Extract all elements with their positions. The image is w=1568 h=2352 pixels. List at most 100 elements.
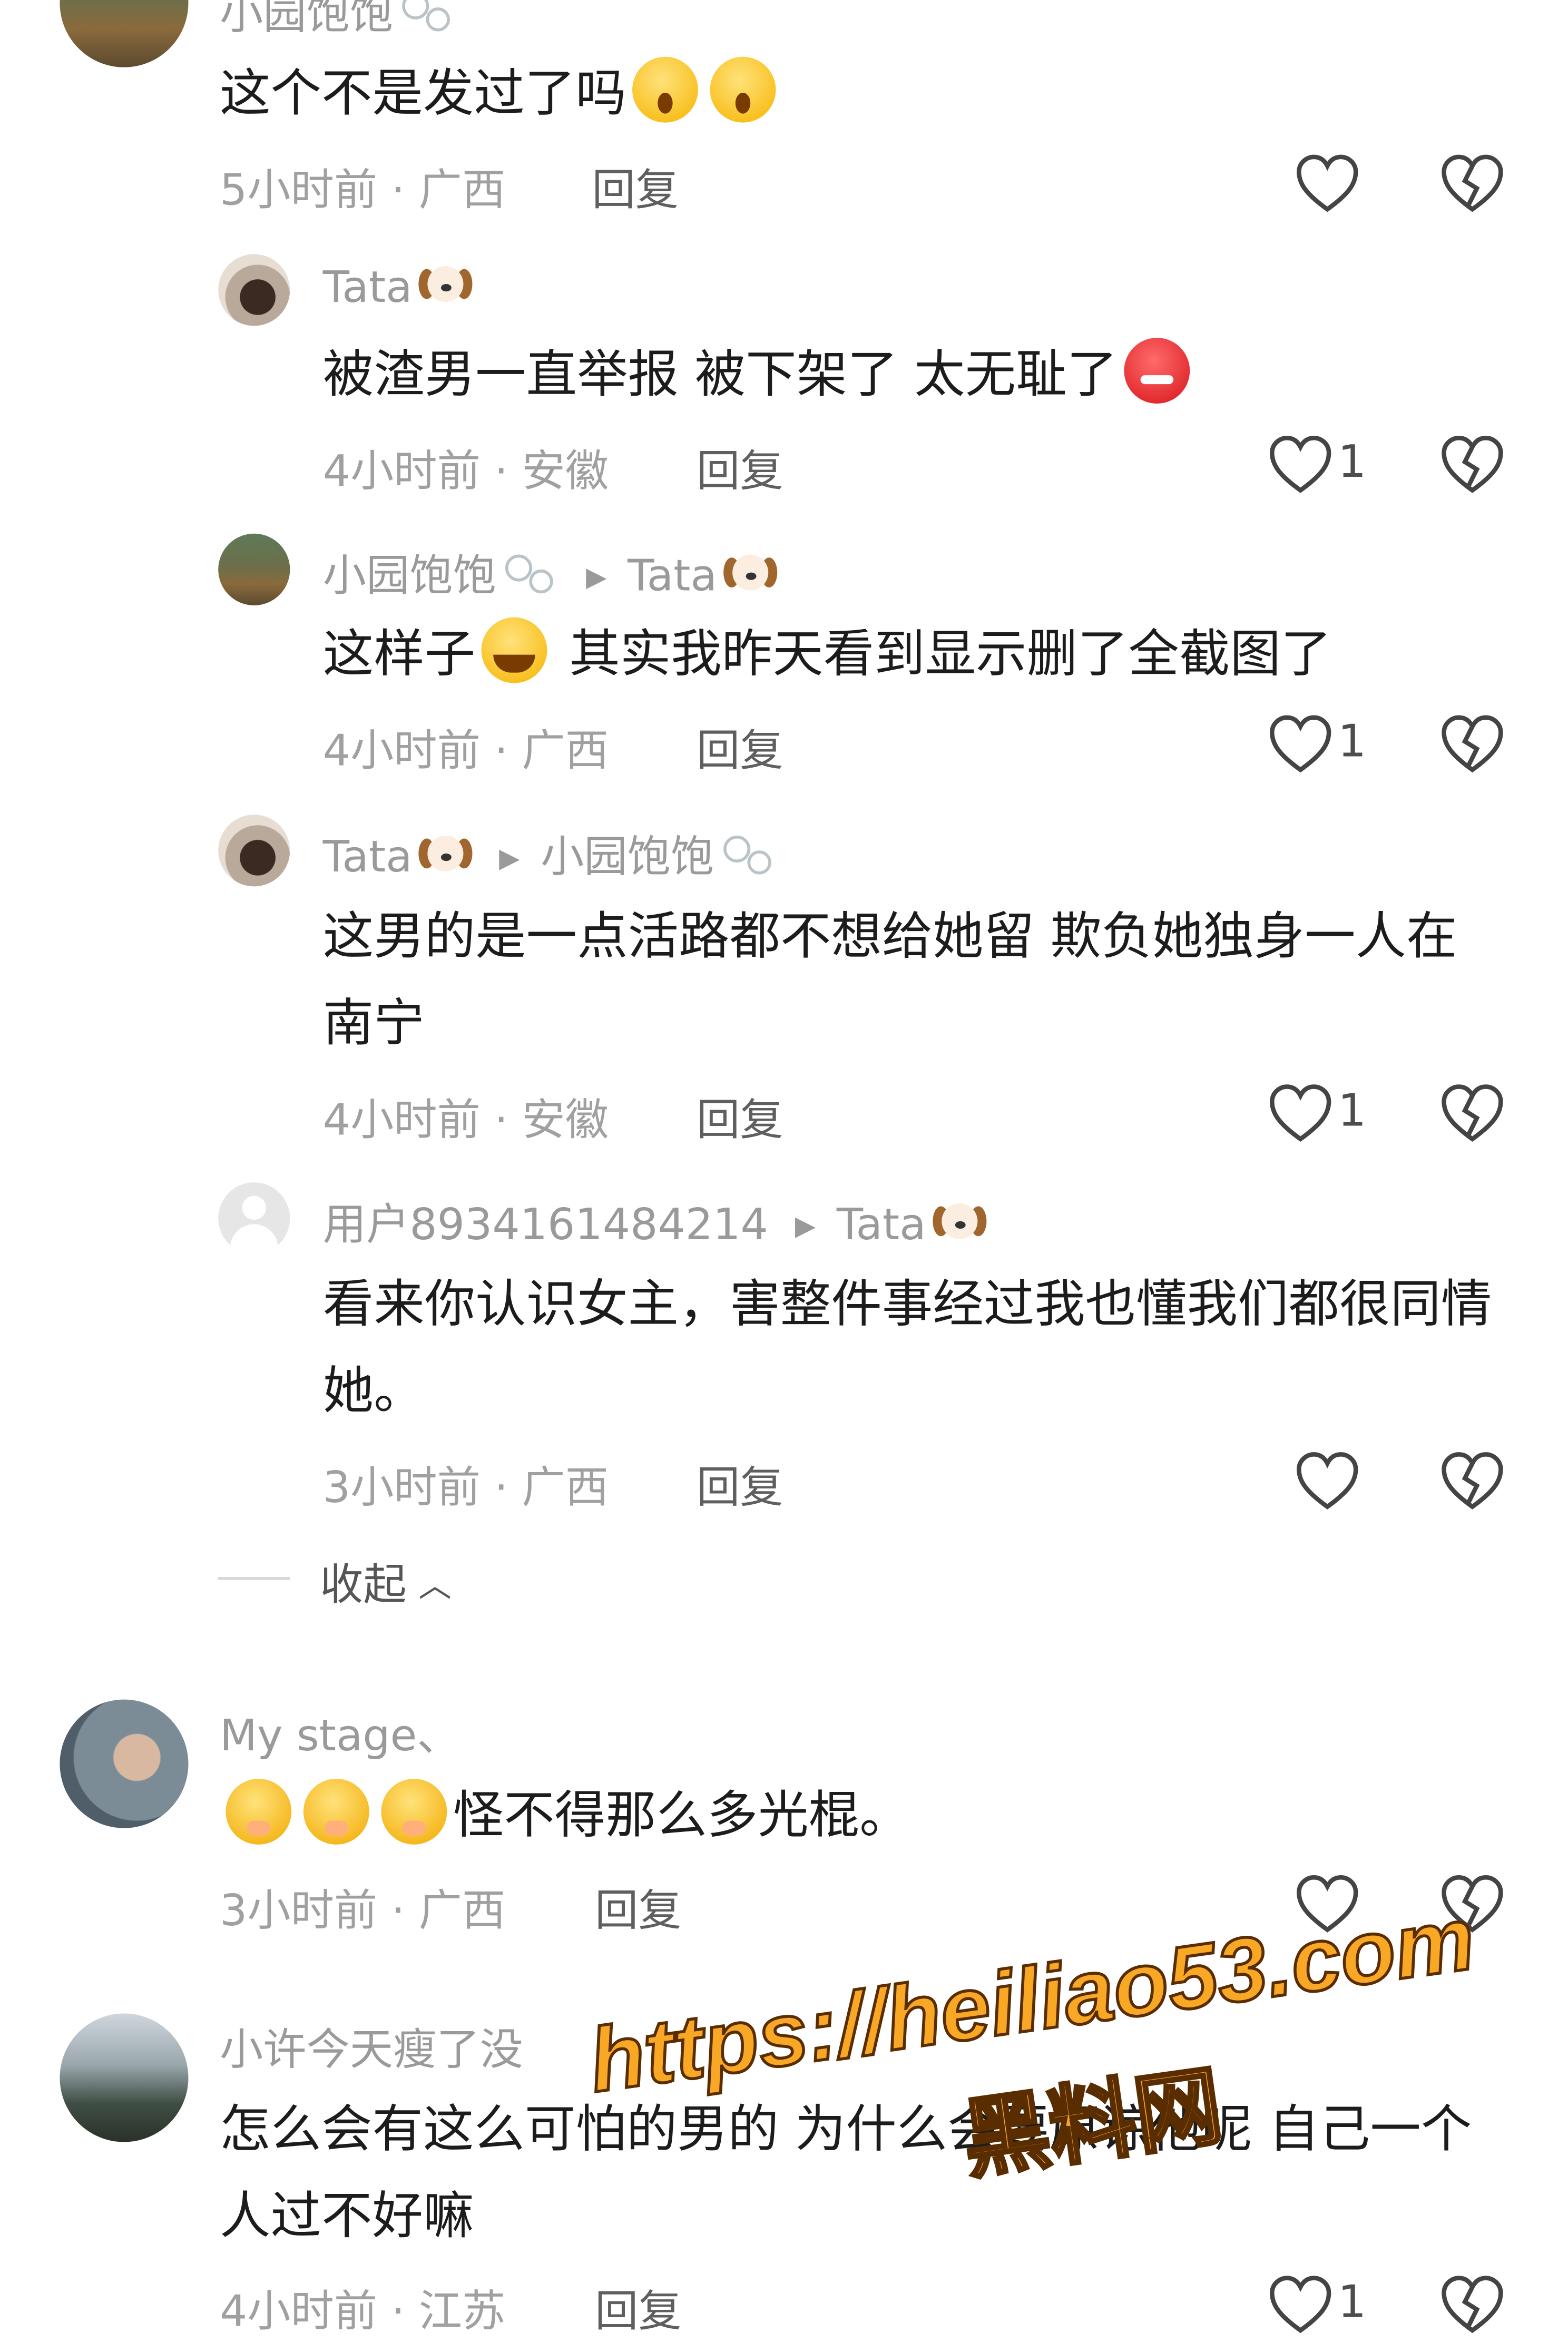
comment-feed: 小园饱饱 这个不是发过了吗 5小时前 · 广西 回复 Tata 被渣男一直举报 … xyxy=(0,0,1568,2351)
comment-region: 安徽 xyxy=(522,445,609,496)
collapse-label[interactable]: 收起 xyxy=(320,1559,407,1610)
comment-text: 这男的是一点活路都不想给她留 欺负她独身一人在南宁 xyxy=(322,907,1457,1054)
comment-time: 3小时前 xyxy=(322,1462,481,1513)
avatar[interactable] xyxy=(218,1182,290,1255)
comment-username[interactable]: 小园饱饱 xyxy=(220,0,456,42)
avatar[interactable] xyxy=(60,0,189,67)
comment-text: 看来你认识女主，害整件事经过我也懂我们都很同情她。 xyxy=(322,1275,1492,1422)
comment-time: 4小时前 xyxy=(322,445,481,496)
reply-to-username[interactable]: Tata xyxy=(628,550,717,601)
comment-username[interactable]: 小园饱饱 ▶ Tata xyxy=(323,541,777,604)
comment-text-content: 这个不是发过了吗 xyxy=(220,64,626,124)
username-text[interactable]: Tata xyxy=(323,261,413,312)
dog-face-emoji-icon xyxy=(418,832,473,877)
comment-meta: 5小时前 · 广西 xyxy=(220,164,506,215)
comment-meta: 3小时前 · 广西 xyxy=(322,1462,609,1513)
broken-heart-icon[interactable] xyxy=(1439,714,1505,774)
comment-meta: 3小时前 · 广西 xyxy=(220,1885,506,1936)
crying-face-emoji-icon xyxy=(481,617,547,683)
reply-button[interactable]: 回复 xyxy=(697,1085,783,1148)
comment-text-content: 怪不得那么多光棍。 xyxy=(453,1786,910,1846)
broken-heart-icon[interactable] xyxy=(1439,2275,1505,2335)
like-count: 1 xyxy=(1338,436,1367,489)
comment-text: 这个不是发过了吗 xyxy=(220,51,782,138)
like-count: 1 xyxy=(1338,716,1367,769)
username-text[interactable]: Tata xyxy=(323,831,413,881)
comment-time: 4小时前 xyxy=(322,724,481,776)
reply-button[interactable]: 回复 xyxy=(595,2277,682,2339)
bubbles-icon xyxy=(396,0,456,37)
heart-outline-icon[interactable] xyxy=(1268,1084,1334,1143)
dog-face-emoji-icon xyxy=(418,263,473,308)
reply-button[interactable]: 回复 xyxy=(697,436,783,499)
comment-text: 这样子 其实我昨天看到显示删了全截图了 xyxy=(323,611,1331,698)
heart-outline-icon[interactable] xyxy=(1295,1875,1360,1934)
comment-time: 4小时前 xyxy=(322,1094,481,1145)
heart-outline-icon[interactable] xyxy=(1268,435,1334,495)
reply-button[interactable]: 回复 xyxy=(592,155,679,218)
comment-username[interactable]: Tata ▶ 小园饱饱 xyxy=(323,822,777,885)
comment-region: 广西 xyxy=(522,1462,609,1513)
comment-region: 江苏 xyxy=(418,2285,506,2337)
broken-heart-icon[interactable] xyxy=(1439,1452,1505,1511)
bubbles-icon xyxy=(717,830,777,880)
avatar[interactable] xyxy=(60,2013,189,2142)
comment-region: 安徽 xyxy=(522,1094,609,1145)
broken-heart-icon[interactable] xyxy=(1439,154,1505,213)
comment-time: 5小时前 xyxy=(220,164,378,215)
username-text[interactable]: 用户8934161484214 xyxy=(323,1199,768,1249)
username-text[interactable]: 小园饱饱 xyxy=(323,550,496,601)
comment-username[interactable]: 用户8934161484214 ▶ Tata xyxy=(323,1190,986,1252)
comment-meta: 4小时前 · 安徽 xyxy=(322,445,609,496)
comment-time: 4小时前 xyxy=(220,2285,378,2337)
comment-text: 被渣男一直举报 被下架了 太无耻了 xyxy=(323,332,1195,419)
reply-arrow-icon: ▶ xyxy=(586,562,607,594)
reply-arrow-icon: ▶ xyxy=(499,843,520,875)
broken-heart-icon[interactable] xyxy=(1439,1875,1505,1934)
comment-region: 广西 xyxy=(418,164,506,215)
avatar[interactable] xyxy=(218,815,290,887)
comment-meta: 4小时前 · 广西 xyxy=(322,724,609,776)
comment-meta: 4小时前 · 安徽 xyxy=(322,1094,609,1145)
broken-heart-icon[interactable] xyxy=(1439,435,1505,495)
comment-text-content: 被渣男一直举报 被下架了 太无耻了 xyxy=(322,345,1118,405)
collapse-divider xyxy=(218,1577,290,1580)
comment-time: 3小时前 xyxy=(220,1885,378,1936)
pleading-face-emoji-icon xyxy=(303,1779,369,1845)
broken-heart-icon[interactable] xyxy=(1439,1084,1505,1143)
comment-region: 广西 xyxy=(418,1885,506,1936)
chevron-up-icon[interactable]: ︿ xyxy=(418,1559,451,1607)
pleading-face-emoji-icon xyxy=(226,1779,292,1845)
like-count: 1 xyxy=(1338,1085,1367,1138)
reply-button[interactable]: 回复 xyxy=(697,716,783,779)
reply-button[interactable]: 回复 xyxy=(595,1876,682,1938)
heart-outline-icon[interactable] xyxy=(1295,154,1360,213)
heart-outline-icon[interactable] xyxy=(1268,2275,1334,2335)
reply-arrow-icon: ▶ xyxy=(795,1210,816,1242)
shocked-face-emoji-icon xyxy=(632,56,698,123)
angry-face-emoji-icon xyxy=(1123,338,1190,404)
dog-face-emoji-icon xyxy=(723,552,777,596)
comment-text: 怪不得那么多光棍。 xyxy=(220,1773,910,1860)
comment-text: 怎么会有这么可怕的男的 为什么会要原谅他呢 自己一个人过不好嘛 xyxy=(220,2100,1472,2247)
reply-to-username[interactable]: 小园饱饱 xyxy=(541,831,714,881)
comment-username[interactable]: Tata xyxy=(323,261,473,312)
dog-face-emoji-icon xyxy=(932,1200,986,1245)
comment-text-content: 这样子 xyxy=(322,624,476,685)
heart-outline-icon[interactable] xyxy=(1268,714,1334,774)
heart-outline-icon[interactable] xyxy=(1295,1452,1360,1511)
reply-to-username[interactable]: Tata xyxy=(837,1199,926,1249)
collapse-replies-button[interactable]: 收起 ︿ xyxy=(320,1550,452,1613)
username-text[interactable]: 小园饱饱 xyxy=(220,0,393,39)
avatar[interactable] xyxy=(60,1699,189,1828)
shocked-face-emoji-icon xyxy=(710,56,776,123)
pleading-face-emoji-icon xyxy=(381,1779,447,1845)
comment-username[interactable]: 小许今天瘦了没 xyxy=(220,2015,523,2077)
comment-meta: 4小时前 · 江苏 xyxy=(220,2285,506,2337)
reply-button[interactable]: 回复 xyxy=(697,1453,783,1516)
bubbles-icon xyxy=(499,548,559,599)
avatar[interactable] xyxy=(218,254,290,326)
comment-region: 广西 xyxy=(522,724,609,776)
comment-username[interactable]: My stage、 xyxy=(220,1701,460,1764)
avatar[interactable] xyxy=(218,533,290,605)
